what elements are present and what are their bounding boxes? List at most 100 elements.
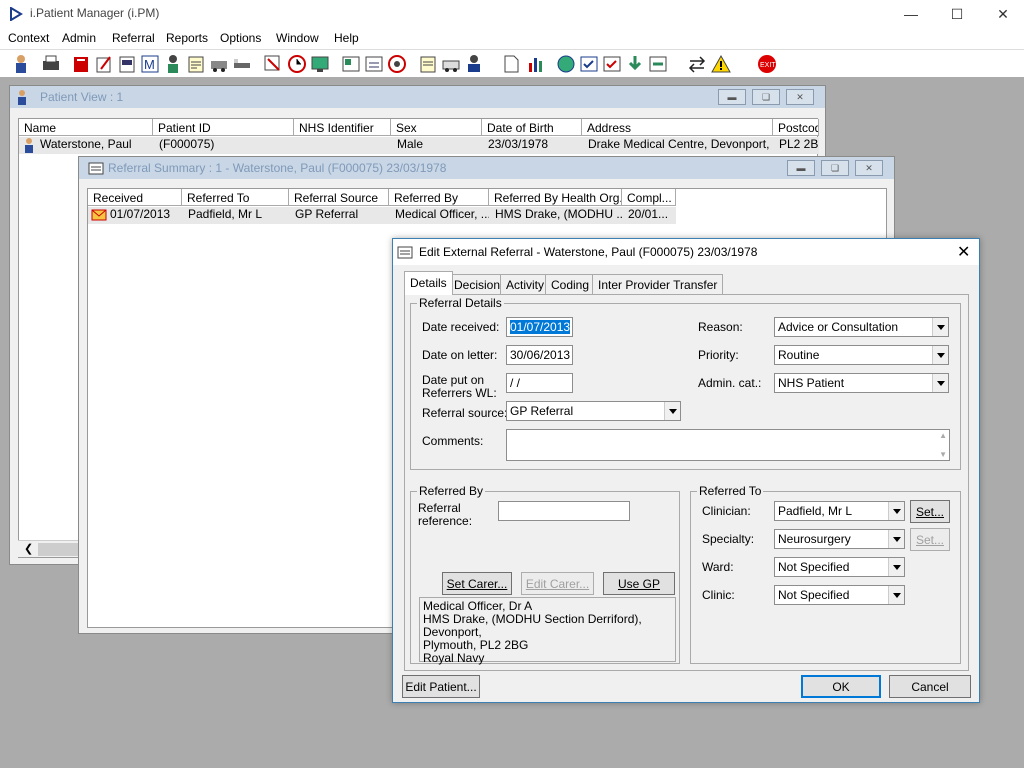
admin-cat-select[interactable]: NHS Patient — [774, 373, 949, 393]
scroll-thumb[interactable] — [38, 543, 78, 556]
close-icon[interactable]: ✕ — [980, 0, 1024, 28]
column-header-referred-by[interactable]: Referred By — [389, 189, 489, 206]
restore-icon[interactable]: ❏ — [821, 160, 849, 176]
maximize-icon[interactable]: ☐ — [934, 0, 980, 28]
chevron-down-icon[interactable] — [932, 318, 948, 336]
notes-icon[interactable] — [185, 53, 207, 75]
menu-reports[interactable]: Reports — [166, 31, 208, 45]
blank-document-icon[interactable] — [500, 53, 522, 75]
ambulance-icon[interactable] — [440, 53, 462, 75]
m-icon[interactable]: M — [139, 53, 161, 75]
date-received-field[interactable]: 01/07/2013 — [506, 317, 573, 337]
list-check-icon[interactable] — [363, 53, 385, 75]
minimize-icon[interactable]: — — [888, 0, 934, 28]
column-header-referral-source[interactable]: Referral Source — [289, 189, 389, 206]
column-header-referred-by-org[interactable]: Referred By Health Org. — [489, 189, 622, 206]
column-header-received[interactable]: Received — [88, 189, 182, 206]
chevron-down-icon[interactable] — [888, 558, 904, 576]
referral-source-select[interactable]: GP Referral — [506, 401, 681, 421]
staff-icon[interactable] — [463, 53, 485, 75]
patient-icon[interactable] — [10, 53, 32, 75]
date-on-letter-field[interactable]: 30/06/2013 — [506, 345, 573, 365]
column-header-postcode[interactable]: Postcod — [773, 119, 819, 136]
menu-admin[interactable]: Admin — [62, 31, 96, 45]
card-icon[interactable] — [340, 53, 362, 75]
scroll-left-icon[interactable]: ❮ — [24, 542, 33, 555]
chevron-down-icon[interactable] — [888, 530, 904, 548]
tab-decision[interactable]: Decision — [448, 274, 507, 294]
menu-referral[interactable]: Referral — [112, 31, 155, 45]
cancel-button[interactable]: Cancel — [889, 675, 971, 698]
chevron-down-icon[interactable] — [932, 346, 948, 364]
screen-icon[interactable] — [309, 53, 331, 75]
exit-icon[interactable]: EXIT — [756, 53, 778, 75]
bar-chart-icon[interactable] — [525, 53, 547, 75]
priority-select[interactable]: Routine — [774, 345, 949, 365]
set-clinician-button[interactable]: Set... — [910, 500, 950, 523]
chevron-down-icon[interactable] — [664, 402, 680, 420]
horizontal-scrollbar[interactable]: ❮ — [18, 540, 78, 557]
specialty-select[interactable]: Neurosurgery — [774, 529, 905, 549]
globe-icon[interactable] — [555, 53, 577, 75]
tab-details[interactable]: Details — [404, 271, 453, 295]
check-list-icon[interactable] — [578, 53, 600, 75]
close-icon[interactable]: ✕ — [855, 160, 883, 176]
minimize-icon[interactable]: ▬ — [718, 89, 746, 105]
tab-coding[interactable]: Coding — [545, 274, 596, 294]
clinic-select[interactable]: Not Specified — [774, 585, 905, 605]
column-header-completed[interactable]: Compl... — [622, 189, 676, 206]
use-gp-button[interactable]: Use GP — [603, 572, 675, 595]
date-put-on-field[interactable]: / / — [506, 373, 573, 393]
column-header-patient-id[interactable]: Patient ID — [153, 119, 294, 136]
referral-reference-field[interactable] — [498, 501, 630, 521]
swap-icon[interactable] — [686, 53, 708, 75]
menu-help[interactable]: Help — [334, 31, 359, 45]
scroll-up-icon[interactable]: ▲ — [939, 431, 947, 440]
person-icon[interactable] — [162, 53, 184, 75]
tab-inter-provider-transfer[interactable]: Inter Provider Transfer — [592, 274, 724, 294]
printer-icon[interactable] — [40, 53, 62, 75]
warning-icon[interactable] — [710, 53, 732, 75]
set-carer-button[interactable]: Set Carer... — [442, 572, 512, 595]
column-header-address[interactable]: Address — [582, 119, 773, 136]
scroll-down-icon[interactable]: ▼ — [939, 450, 947, 459]
minimize-icon[interactable]: ▬ — [787, 160, 815, 176]
clock-icon[interactable] — [286, 53, 308, 75]
note-pad-icon[interactable] — [417, 53, 439, 75]
menu-window[interactable]: Window — [276, 31, 319, 45]
reason-label: Reason: — [698, 320, 743, 334]
ward-select[interactable]: Not Specified — [774, 557, 905, 577]
tab-activity[interactable]: Activity — [500, 274, 551, 294]
column-header-sex[interactable]: Sex — [391, 119, 482, 136]
menu-options[interactable]: Options — [220, 31, 261, 45]
column-header-name[interactable]: Name — [19, 119, 153, 136]
column-header-dob[interactable]: Date of Birth — [482, 119, 582, 136]
transfer-icon[interactable] — [208, 53, 230, 75]
book-icon[interactable] — [70, 53, 92, 75]
chevron-down-icon[interactable] — [888, 502, 904, 520]
approve-icon[interactable] — [601, 53, 623, 75]
reason-select[interactable]: Advice or Consultation — [774, 317, 949, 337]
column-header-nhs-identifier[interactable]: NHS Identifier — [294, 119, 391, 136]
target-icon[interactable] — [386, 53, 408, 75]
table-row[interactable]: Waterstone, Paul (F000075) Male 23/03/19… — [19, 137, 819, 154]
referral-window-icon — [88, 162, 104, 175]
table-row[interactable]: 01/07/2013 Padfield, Mr L GP Referral Me… — [88, 207, 676, 224]
column-header-referred-to[interactable]: Referred To — [182, 189, 289, 206]
sync-icon[interactable] — [647, 53, 669, 75]
edit-record-icon[interactable] — [93, 53, 115, 75]
comments-field[interactable]: ▲ ▼ — [506, 429, 950, 461]
close-icon[interactable]: ✕ — [786, 89, 814, 105]
download-icon[interactable] — [624, 53, 646, 75]
close-icon[interactable]: ✕ — [957, 242, 970, 262]
restore-icon[interactable]: ❏ — [752, 89, 780, 105]
chevron-down-icon[interactable] — [932, 374, 948, 392]
edit-patient-button[interactable]: Edit Patient... — [402, 675, 480, 698]
menu-context[interactable]: Context — [8, 31, 49, 45]
bed-icon[interactable] — [231, 53, 253, 75]
chevron-down-icon[interactable] — [888, 586, 904, 604]
ok-button[interactable]: OK — [801, 675, 881, 698]
search-record-icon[interactable] — [262, 53, 284, 75]
document-icon[interactable] — [116, 53, 138, 75]
clinician-select[interactable]: Padfield, Mr L — [774, 501, 905, 521]
